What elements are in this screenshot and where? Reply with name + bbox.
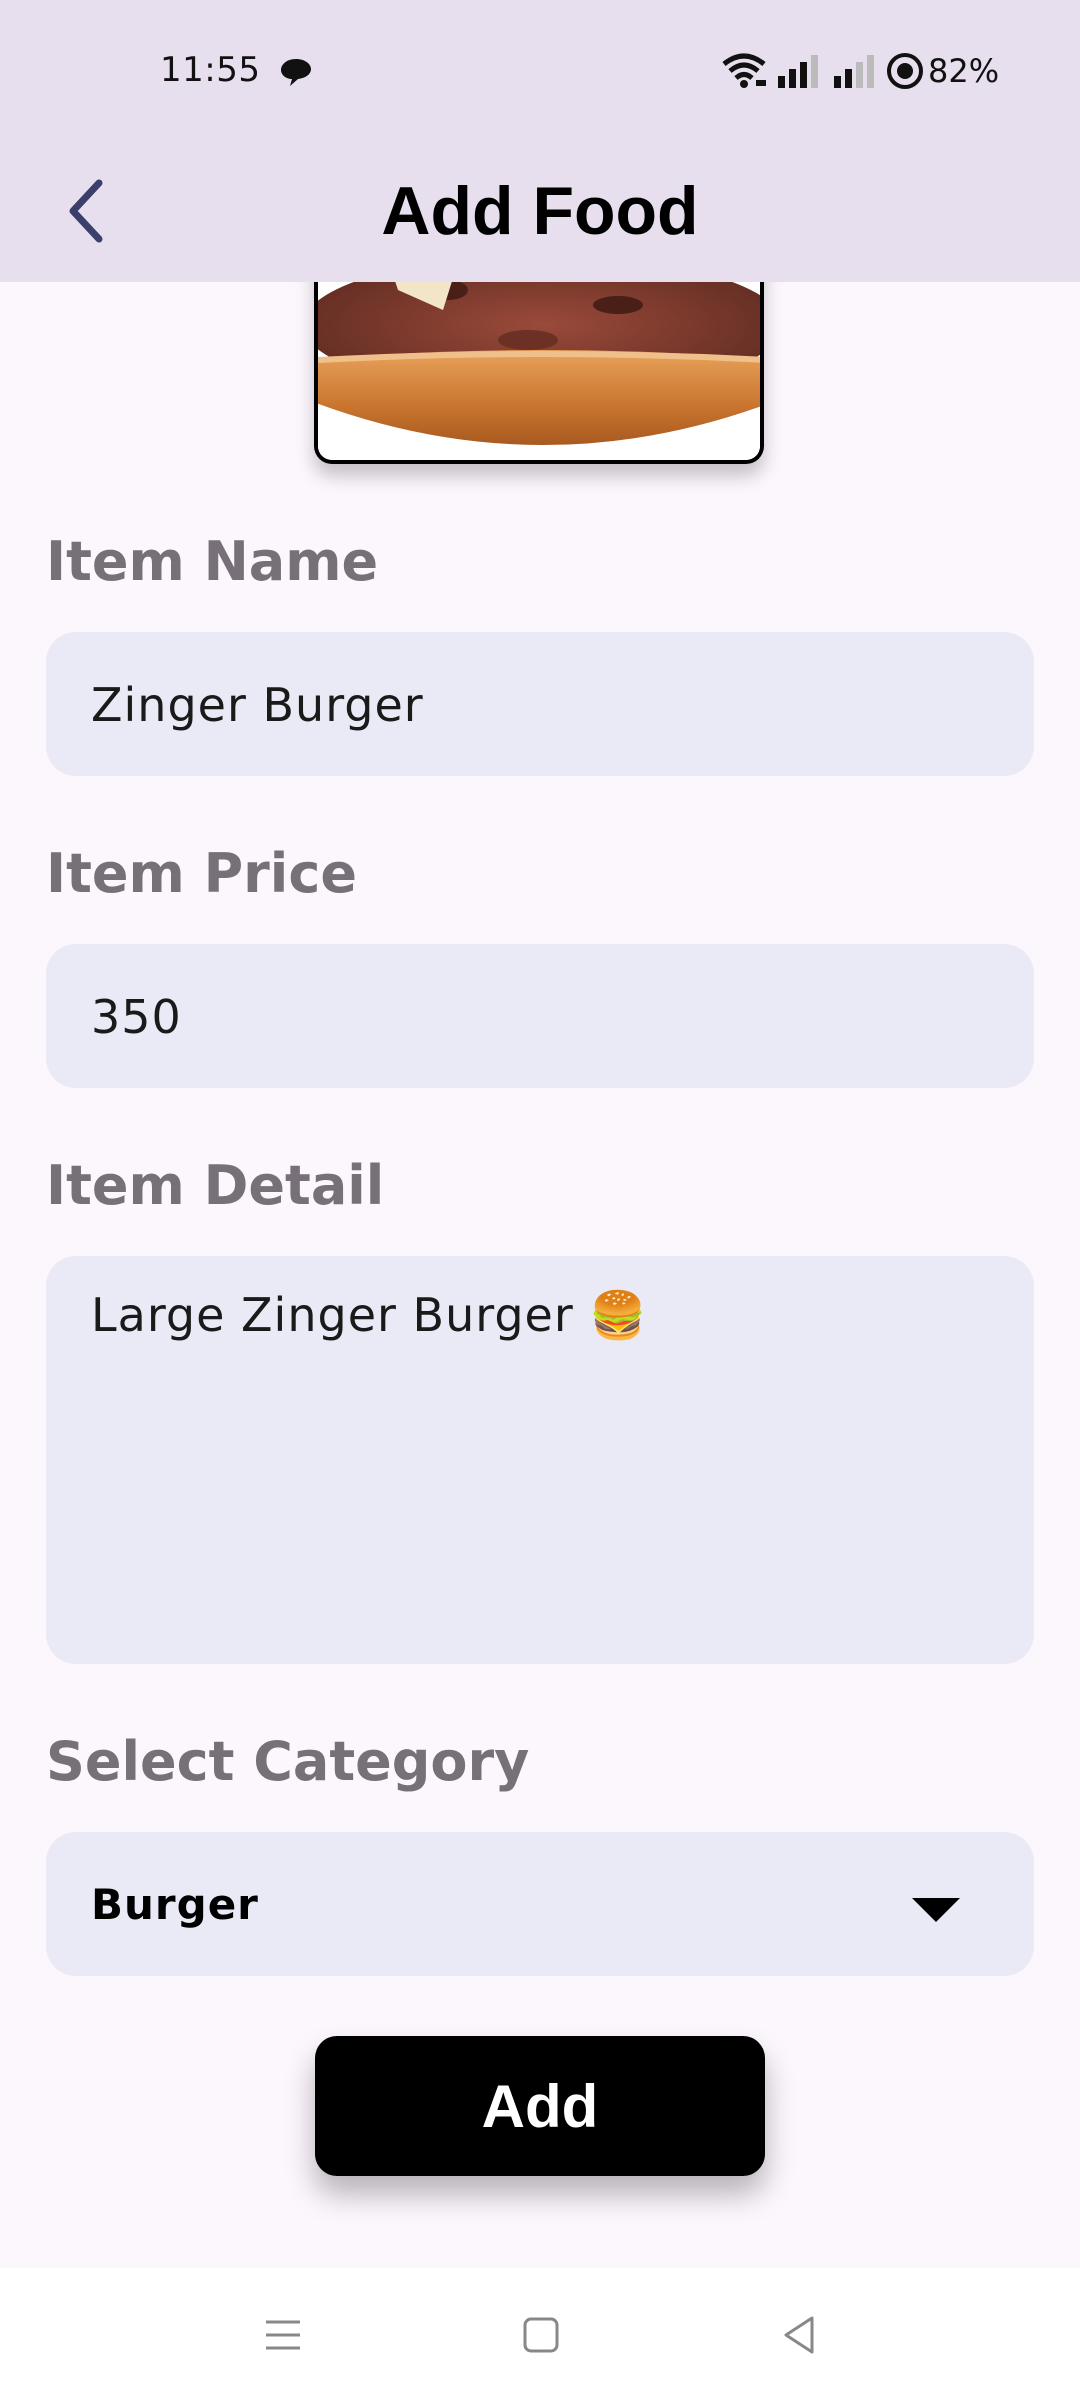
top-header: 11:55 82% Add Food <box>0 0 1080 282</box>
wifi-icon <box>722 53 766 88</box>
system-nav-bar <box>0 2268 1080 2400</box>
item-price-label: Item Price <box>46 842 357 905</box>
back-button[interactable] <box>50 166 120 256</box>
item-detail-label: Item Detail <box>46 1154 385 1217</box>
category-selected-value: Burger <box>91 1880 259 1929</box>
select-category-label: Select Category <box>46 1730 530 1793</box>
item-name-value: Zinger Burger <box>91 678 424 732</box>
category-dropdown[interactable]: Burger <box>46 1832 1034 1976</box>
back-icon[interactable] <box>774 2310 824 2360</box>
item-detail-field[interactable]: Large Zinger Burger 🍔 <box>46 1256 1034 1664</box>
item-name-label: Item Name <box>46 530 379 593</box>
signal-icon <box>834 55 874 88</box>
add-button[interactable]: Add <box>315 2036 765 2176</box>
signal-icon <box>778 55 818 88</box>
home-icon[interactable] <box>516 2310 566 2360</box>
page-title: Add Food <box>381 173 699 249</box>
item-detail-value: Large Zinger Burger 🍔 <box>91 1288 648 1342</box>
battery-icon <box>887 53 923 89</box>
notification-icon <box>281 59 311 86</box>
battery-percentage: 82% <box>928 52 1000 90</box>
status-time: 11:55 <box>160 50 261 90</box>
item-price-value: 350 <box>91 990 182 1044</box>
app-bar: Add Food <box>0 140 1080 282</box>
status-bar: 11:55 82% <box>0 0 1080 140</box>
menu-icon[interactable] <box>258 2310 308 2360</box>
caret-down-icon <box>912 1898 960 1922</box>
item-price-field[interactable]: 350 <box>46 944 1034 1088</box>
item-name-field[interactable]: Zinger Burger <box>46 632 1034 776</box>
chevron-left-icon <box>69 179 103 243</box>
